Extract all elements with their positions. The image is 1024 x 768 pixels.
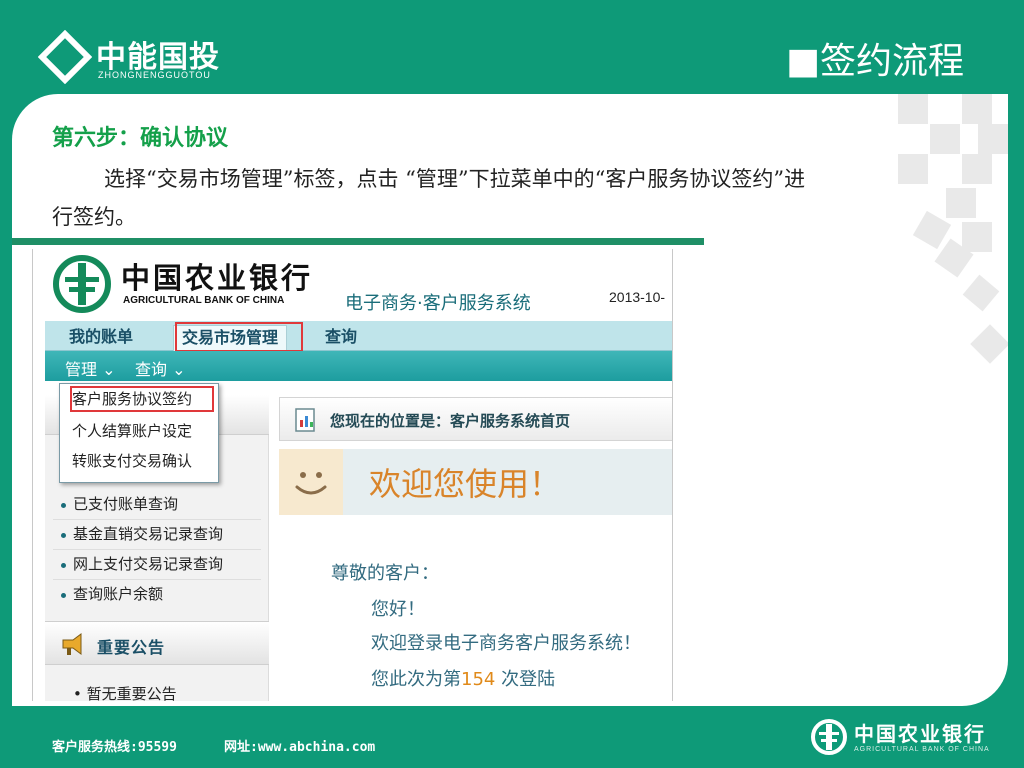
footer-bank-logo: 中国农业银行 AGRICULTURAL BANK OF CHINA (808, 716, 1008, 760)
sidebar-separator (53, 579, 261, 580)
content-panel: 第六步：确认协议 选择“交易市场管理”标签，点击 “管理”下拉菜单中的“客户服务… (12, 94, 1008, 706)
dropdown-item-agreement-signing[interactable]: 客户服务协议签约 (72, 388, 192, 409)
submenu-manage[interactable]: 管理 ⌄ (65, 356, 116, 380)
welcome-banner: 欢迎您使用！ (279, 449, 672, 515)
section-title: ■签约流程 (785, 41, 964, 82)
bullet-icon (61, 503, 66, 508)
step-title: 第六步：确认协议 (52, 125, 229, 151)
company-logo: 中能国投 ZHONGNENGGUOTOU (38, 28, 258, 84)
title-divider (12, 238, 704, 245)
megaphone-icon (62, 633, 82, 655)
company-name-en: ZHONGNENGGUOTOU (98, 70, 211, 80)
submenu-query[interactable]: 查询 ⌄ (135, 356, 186, 380)
slide-header: 中能国投 ZHONGNENGGUOTOU ■签约流程 (0, 0, 1024, 96)
tab-highlight-box (175, 322, 303, 352)
submenu-bar: 管理 ⌄ 查询 ⌄ (45, 351, 672, 381)
smiley-icon (295, 472, 327, 495)
step-description: 选择“交易市场管理”标签，点击 “管理”下拉菜单中的“客户服务协议签约”进行签约… (52, 167, 806, 229)
visit-count: 154 (461, 669, 496, 690)
location-text: 您现在的位置是：客户服务系统首页 (330, 412, 571, 430)
sidebar-item-paid-bills[interactable]: 已支付账单查询 (73, 493, 178, 514)
sidebar-item-online-payment[interactable]: 网上支付交易记录查询 (73, 553, 223, 574)
bank-name-en: AGRICULTURAL BANK OF CHINA (123, 295, 285, 306)
manage-dropdown: 客户服务协议签约 个人结算账户设定 转账支付交易确认 (59, 383, 219, 483)
smiley-tile (279, 449, 343, 515)
welcome-login-text: 欢迎登录电子商务客户服务系统！ (371, 633, 641, 654)
greeting-text: 尊敬的客户： (331, 563, 439, 584)
abc-logo-icon (53, 255, 111, 313)
bullet-icon (61, 563, 66, 568)
notice-header: 重要公告 (45, 621, 269, 665)
hello-text: 您好！ (371, 599, 425, 620)
abc-logo-icon (811, 719, 847, 755)
hotline-text: 客户服务热线:95599 (52, 740, 177, 755)
dropdown-item-account-setting[interactable]: 个人结算账户设定 (72, 420, 192, 441)
sidebar-item-balance[interactable]: 查询账户余额 (73, 583, 163, 604)
company-logo-icon (38, 30, 92, 84)
tab-query[interactable]: 查询 (325, 325, 357, 351)
visit-count-line: 您此次为第154 次登陆 (371, 665, 555, 691)
visit-suffix: 次登陆 (501, 669, 556, 690)
notice-item: • 暂无重要公告 (73, 685, 177, 701)
system-name: 电子商务·客户服务系统 (345, 293, 531, 314)
location-bar: 您现在的位置是：客户服务系统首页 (279, 397, 672, 441)
footer-bank-name-en: AGRICULTURAL BANK OF CHINA (854, 746, 990, 753)
sidebar-separator (53, 549, 261, 550)
notice-title: 重要公告 (97, 638, 166, 657)
bank-screenshot: 中国农业银行 AGRICULTURAL BANK OF CHINA 电子商务·客… (32, 249, 673, 701)
footer-bank-name: 中国农业银行 (854, 722, 986, 746)
decorative-squares (898, 94, 1008, 364)
dropdown-item-transfer-confirm[interactable]: 转账支付交易确认 (72, 450, 192, 471)
bullet-icon (61, 533, 66, 538)
bank-name: 中国农业银行 (121, 261, 314, 295)
bullet-icon (61, 593, 66, 598)
website-text: 网址:www.abchina.com (224, 740, 376, 755)
document-chart-icon (295, 408, 315, 432)
tab-my-bills[interactable]: 我的账单 (69, 325, 133, 351)
date-text: 2013-10- (609, 289, 666, 305)
main-tabs: 我的账单 交易市场管理 查询 (45, 321, 672, 352)
welcome-text: 欢迎您使用！ (369, 465, 562, 503)
sidebar-item-fund-records[interactable]: 基金直销交易记录查询 (73, 523, 223, 544)
visit-prefix: 您此次为第 (371, 669, 461, 690)
sidebar-separator (53, 519, 261, 520)
